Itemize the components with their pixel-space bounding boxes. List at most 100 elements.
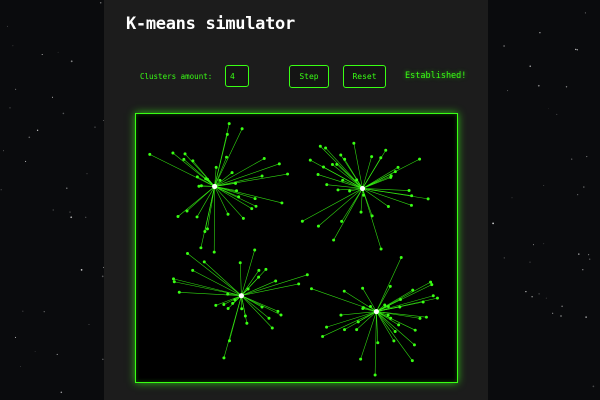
assignment-line bbox=[376, 257, 402, 312]
data-point bbox=[257, 275, 261, 279]
star bbox=[20, 366, 21, 367]
data-point bbox=[330, 163, 334, 167]
star bbox=[545, 297, 547, 299]
data-point bbox=[399, 256, 403, 260]
star bbox=[529, 65, 531, 67]
star bbox=[9, 107, 11, 109]
star bbox=[41, 54, 43, 55]
data-point bbox=[342, 289, 346, 293]
data-point bbox=[280, 201, 284, 205]
data-point bbox=[389, 316, 393, 320]
assignment-line bbox=[322, 311, 377, 337]
reset-button[interactable]: Reset bbox=[343, 65, 386, 88]
star bbox=[577, 194, 579, 196]
data-point bbox=[393, 329, 397, 333]
data-point bbox=[279, 313, 283, 317]
data-point bbox=[148, 152, 152, 156]
data-point bbox=[270, 326, 274, 330]
star bbox=[43, 311, 45, 313]
centroid bbox=[359, 185, 366, 192]
star bbox=[0, 189, 2, 191]
data-point bbox=[225, 155, 229, 159]
data-point bbox=[370, 155, 374, 159]
star bbox=[543, 243, 545, 245]
star bbox=[66, 187, 68, 189]
data-point bbox=[225, 132, 229, 136]
data-point bbox=[204, 177, 208, 181]
star bbox=[2, 150, 5, 152]
star bbox=[537, 84, 540, 87]
status-text: Established! bbox=[405, 71, 467, 81]
data-point bbox=[355, 328, 359, 332]
star bbox=[25, 160, 27, 162]
data-point bbox=[412, 343, 416, 347]
data-point bbox=[384, 148, 388, 152]
data-point bbox=[300, 219, 304, 223]
data-point bbox=[361, 307, 365, 311]
data-point bbox=[205, 227, 209, 231]
assignment-line bbox=[362, 188, 412, 206]
data-point bbox=[250, 207, 254, 211]
data-point bbox=[362, 193, 366, 197]
data-point bbox=[243, 314, 247, 318]
data-point bbox=[430, 283, 434, 287]
star bbox=[94, 126, 96, 128]
data-point bbox=[226, 306, 230, 310]
star bbox=[543, 185, 545, 187]
data-point bbox=[352, 141, 356, 145]
star bbox=[52, 209, 54, 211]
star bbox=[503, 257, 505, 259]
assignment-line bbox=[149, 154, 215, 187]
data-point bbox=[186, 251, 190, 255]
star bbox=[99, 2, 102, 4]
data-point bbox=[398, 305, 402, 309]
data-point bbox=[260, 305, 264, 309]
data-point bbox=[339, 153, 343, 157]
star bbox=[69, 211, 71, 213]
data-point bbox=[234, 181, 238, 185]
data-point bbox=[226, 292, 230, 296]
data-point bbox=[418, 316, 422, 320]
data-point bbox=[431, 294, 435, 298]
centroid bbox=[238, 293, 244, 299]
data-point bbox=[231, 301, 235, 305]
data-point bbox=[222, 356, 226, 360]
data-point bbox=[237, 195, 241, 199]
data-point bbox=[421, 300, 425, 304]
data-point bbox=[191, 159, 195, 163]
data-point bbox=[222, 302, 226, 306]
data-point bbox=[435, 296, 439, 300]
data-point bbox=[297, 282, 301, 286]
assignment-line bbox=[239, 262, 242, 296]
data-point bbox=[325, 325, 329, 329]
data-point bbox=[426, 197, 430, 201]
data-point bbox=[191, 268, 195, 272]
data-point bbox=[411, 288, 415, 292]
assignment-line bbox=[241, 295, 279, 312]
data-point bbox=[177, 290, 181, 294]
data-point bbox=[214, 303, 218, 307]
data-point bbox=[359, 210, 363, 214]
cluster-canvas[interactable] bbox=[135, 113, 458, 383]
star bbox=[36, 129, 39, 131]
star bbox=[56, 353, 58, 355]
data-point bbox=[379, 247, 383, 251]
star bbox=[12, 45, 14, 47]
assignment-line bbox=[344, 290, 377, 312]
data-point bbox=[341, 178, 345, 182]
data-point bbox=[182, 157, 186, 161]
step-button[interactable]: Step bbox=[289, 65, 329, 88]
star bbox=[492, 222, 494, 225]
data-point bbox=[368, 304, 372, 308]
star bbox=[22, 310, 24, 312]
data-point bbox=[257, 268, 261, 272]
star bbox=[70, 60, 73, 63]
assignment-line bbox=[376, 311, 413, 361]
star bbox=[28, 136, 31, 139]
data-point bbox=[230, 171, 234, 175]
data-point bbox=[389, 175, 393, 179]
data-point bbox=[332, 238, 336, 242]
clusters-amount-input[interactable] bbox=[225, 65, 249, 87]
data-point bbox=[399, 298, 403, 302]
assignment-line bbox=[186, 186, 215, 212]
